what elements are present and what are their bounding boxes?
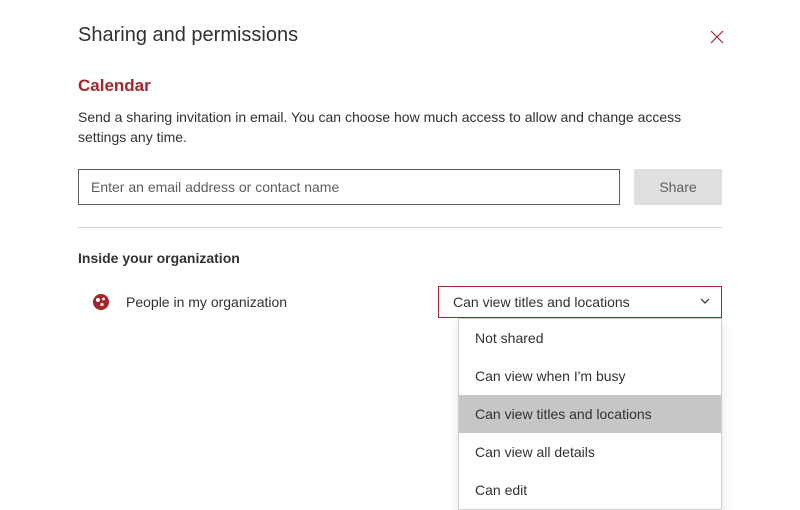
permission-label: People in my organization [126, 294, 438, 310]
dropdown-option-titles-locations[interactable]: Can view titles and locations [459, 395, 721, 433]
permission-dropdown-selected: Can view titles and locations [453, 294, 630, 310]
email-input[interactable] [78, 169, 620, 205]
chevron-down-icon [699, 294, 711, 310]
permission-dropdown: Can view titles and locations Not shared… [438, 286, 722, 318]
header-row: Sharing and permissions [78, 24, 722, 48]
dropdown-option-not-shared[interactable]: Not shared [459, 319, 721, 357]
calendar-subtitle: Calendar [78, 76, 722, 96]
dropdown-option-all-details[interactable]: Can view all details [459, 433, 721, 471]
panel-title: Sharing and permissions [78, 24, 298, 47]
section-label: Inside your organization [78, 250, 722, 266]
close-icon [710, 30, 724, 44]
share-button[interactable]: Share [634, 169, 722, 205]
organization-icon [92, 293, 110, 311]
sharing-permissions-panel: Sharing and permissions Calendar Send a … [0, 0, 800, 318]
dropdown-option-can-edit[interactable]: Can edit [459, 471, 721, 509]
description-text: Send a sharing invitation in email. You … [78, 108, 722, 147]
close-button[interactable] [706, 26, 728, 48]
dropdown-option-busy[interactable]: Can view when I'm busy [459, 357, 721, 395]
divider [78, 227, 722, 228]
permission-row: People in my organization Can view title… [78, 286, 722, 318]
permission-dropdown-list: Not shared Can view when I'm busy Can vi… [458, 318, 722, 510]
share-row: Share [78, 169, 722, 205]
permission-dropdown-button[interactable]: Can view titles and locations [438, 286, 722, 318]
